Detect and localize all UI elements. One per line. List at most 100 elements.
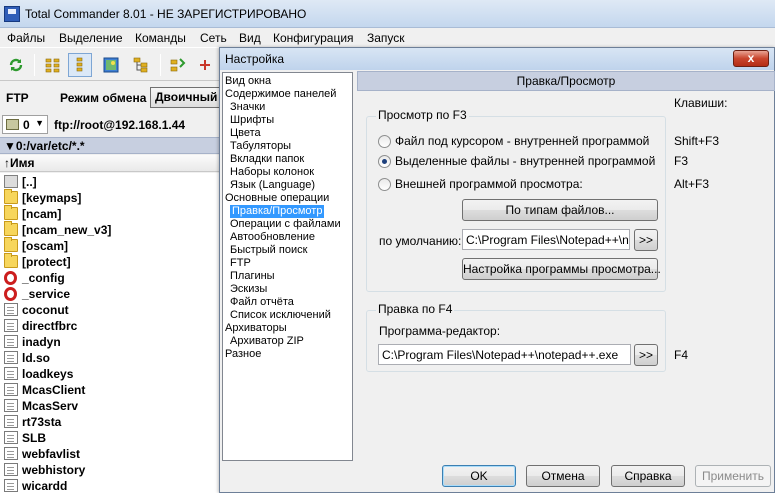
file-row[interactable]: [keymaps]	[0, 189, 220, 206]
file-row[interactable]: coconut	[0, 302, 220, 318]
key-f4: F4	[674, 348, 689, 362]
file-list[interactable]: [..] [keymaps] [ncam] [ncam_new_v3] [oscam] […	[0, 173, 220, 493]
menu-commands[interactable]: Команды	[135, 31, 186, 45]
editor-path-input[interactable]: C:\Program Files\Notepad++\notepad++.exe	[378, 344, 631, 365]
file-row[interactable]: _config	[0, 270, 220, 286]
settings-tree[interactable]: Вид окна Содержимое панелей Значки Шрифты Цв…	[222, 72, 353, 461]
browse-viewer-button[interactable]: >>	[634, 229, 658, 251]
tree-item[interactable]: Архиваторы	[225, 322, 287, 335]
file-name: ld.so	[22, 351, 51, 365]
tree-view-icon[interactable]	[129, 53, 153, 77]
radio-view-external-label[interactable]: Внешней программой просмотра:	[395, 177, 583, 191]
menu-network[interactable]: Сеть	[200, 31, 227, 45]
tree-item[interactable]: Значки	[230, 101, 265, 114]
invert-selection-icon[interactable]	[166, 53, 190, 77]
menu-configuration[interactable]: Конфигурация	[273, 31, 354, 45]
tree-item[interactable]: Цвета	[230, 127, 261, 140]
tree-item[interactable]: Основные операции	[225, 192, 329, 205]
file-row[interactable]: [oscam]	[0, 237, 220, 254]
viewer-settings-button[interactable]: Настройка программы просмотра...	[462, 258, 661, 280]
file-row[interactable]: rt73sta	[0, 414, 220, 430]
folder-icon	[4, 253, 18, 268]
file-name: McasServ	[22, 399, 79, 413]
main-titlebar: Total Commander 8.01 - НЕ ЗАРЕГИСТРИРОВА…	[0, 0, 775, 28]
file-name: inadyn	[22, 335, 61, 349]
key-shift-f3: Shift+F3	[674, 134, 720, 148]
file-row[interactable]: [protect]	[0, 253, 220, 270]
file-row[interactable]: wicardd	[0, 478, 220, 493]
menu-view[interactable]: Вид	[239, 31, 261, 45]
browse-editor-button[interactable]: >>	[634, 344, 658, 366]
tree-item[interactable]: Язык (Language)	[230, 179, 315, 192]
radio-view-external[interactable]	[378, 178, 391, 191]
drive-select[interactable]: 0 ▼	[2, 115, 48, 134]
pack-icon[interactable]	[195, 53, 215, 77]
tree-item[interactable]: Эскизы	[230, 283, 267, 296]
detailed-view-icon[interactable]	[68, 53, 92, 77]
file-icon	[4, 463, 18, 476]
file-row[interactable]: [ncam]	[0, 205, 220, 222]
menu-selection[interactable]: Выделение	[59, 31, 123, 45]
file-row[interactable]: McasClient	[0, 382, 220, 398]
default-viewer-input[interactable]: C:\Program Files\Notepad++\notepad++.exe	[462, 229, 630, 250]
file-row[interactable]: webhistory	[0, 462, 220, 478]
ok-button[interactable]: OK	[442, 465, 516, 487]
drive-icon	[6, 119, 19, 130]
menu-files[interactable]: Файлы	[7, 31, 45, 45]
file-name: wicardd	[22, 479, 68, 493]
tree-item[interactable]: Вид окна	[225, 75, 271, 88]
tree-item[interactable]: Операции с файлами	[230, 218, 341, 231]
tree-item[interactable]: Быстрый поиск	[230, 244, 307, 257]
file-row[interactable]: McasServ	[0, 398, 220, 414]
file-icon	[4, 351, 18, 364]
file-name: [oscam]	[22, 239, 69, 253]
close-button[interactable]: x	[733, 50, 769, 67]
tree-item[interactable]: Список исключений	[230, 309, 331, 322]
file-row[interactable]: _service	[0, 286, 220, 302]
by-file-types-button[interactable]: По типам файлов...	[462, 199, 658, 221]
radio-view-selected-label[interactable]: Выделенные файлы - внутренней программой	[395, 154, 655, 168]
file-icon	[4, 335, 18, 348]
file-row[interactable]: ld.so	[0, 350, 220, 366]
drive-letter: 0	[23, 118, 30, 132]
tree-item[interactable]: Разное	[225, 348, 261, 361]
tree-item[interactable]: Шрифты	[230, 114, 274, 127]
apply-button[interactable]: Применить	[695, 465, 771, 487]
toolbar-separator	[160, 54, 161, 76]
cancel-button[interactable]: Отмена	[526, 465, 600, 487]
tree-item[interactable]: Вкладки папок	[230, 153, 304, 166]
file-row[interactable]: [..]	[0, 174, 220, 190]
file-name: _service	[22, 287, 71, 301]
transfer-mode-button[interactable]: Двоичный	[150, 87, 220, 108]
radio-view-cursor-label[interactable]: Файл под курсором - внутренней программо…	[395, 134, 649, 148]
current-path-bar[interactable]: ▼0:/var/etc/*.*	[0, 137, 220, 154]
tree-item[interactable]: Правка/Просмотр	[230, 205, 325, 218]
tree-item[interactable]: FTP	[230, 257, 251, 270]
dialog-titlebar[interactable]: Настройка x	[220, 48, 774, 70]
file-row[interactable]: [ncam_new_v3]	[0, 221, 220, 238]
file-row[interactable]: directfbrc	[0, 318, 220, 334]
tree-item[interactable]: Плагины	[230, 270, 275, 283]
tree-item[interactable]: Архиватор ZIP	[230, 335, 304, 348]
file-name: [protect]	[22, 255, 71, 269]
file-row[interactable]: SLB	[0, 430, 220, 446]
help-button[interactable]: Справка	[611, 465, 685, 487]
tree-item[interactable]: Автообновление	[230, 231, 315, 244]
thumbnail-view-icon[interactable]	[99, 53, 123, 77]
tree-item[interactable]: Файл отчёта	[230, 296, 294, 309]
settings-dialog: Настройка x Вид окна Содержимое панелей Зн…	[219, 47, 775, 493]
tree-item[interactable]: Содержимое панелей	[225, 88, 336, 101]
radio-view-selected[interactable]	[378, 155, 391, 168]
column-header-name[interactable]: ↑Имя	[0, 155, 220, 172]
refresh-icon[interactable]	[4, 53, 28, 77]
ftp-label: FTP	[6, 91, 29, 105]
file-icon	[4, 431, 18, 444]
tree-item[interactable]: Наборы колонок	[230, 166, 314, 179]
menu-start[interactable]: Запуск	[367, 31, 405, 45]
file-row[interactable]: loadkeys	[0, 366, 220, 382]
file-row[interactable]: webfavlist	[0, 446, 220, 462]
file-row[interactable]: inadyn	[0, 334, 220, 350]
radio-view-cursor[interactable]	[378, 135, 391, 148]
brief-view-icon[interactable]	[41, 53, 65, 77]
tree-item[interactable]: Табуляторы	[230, 140, 291, 153]
